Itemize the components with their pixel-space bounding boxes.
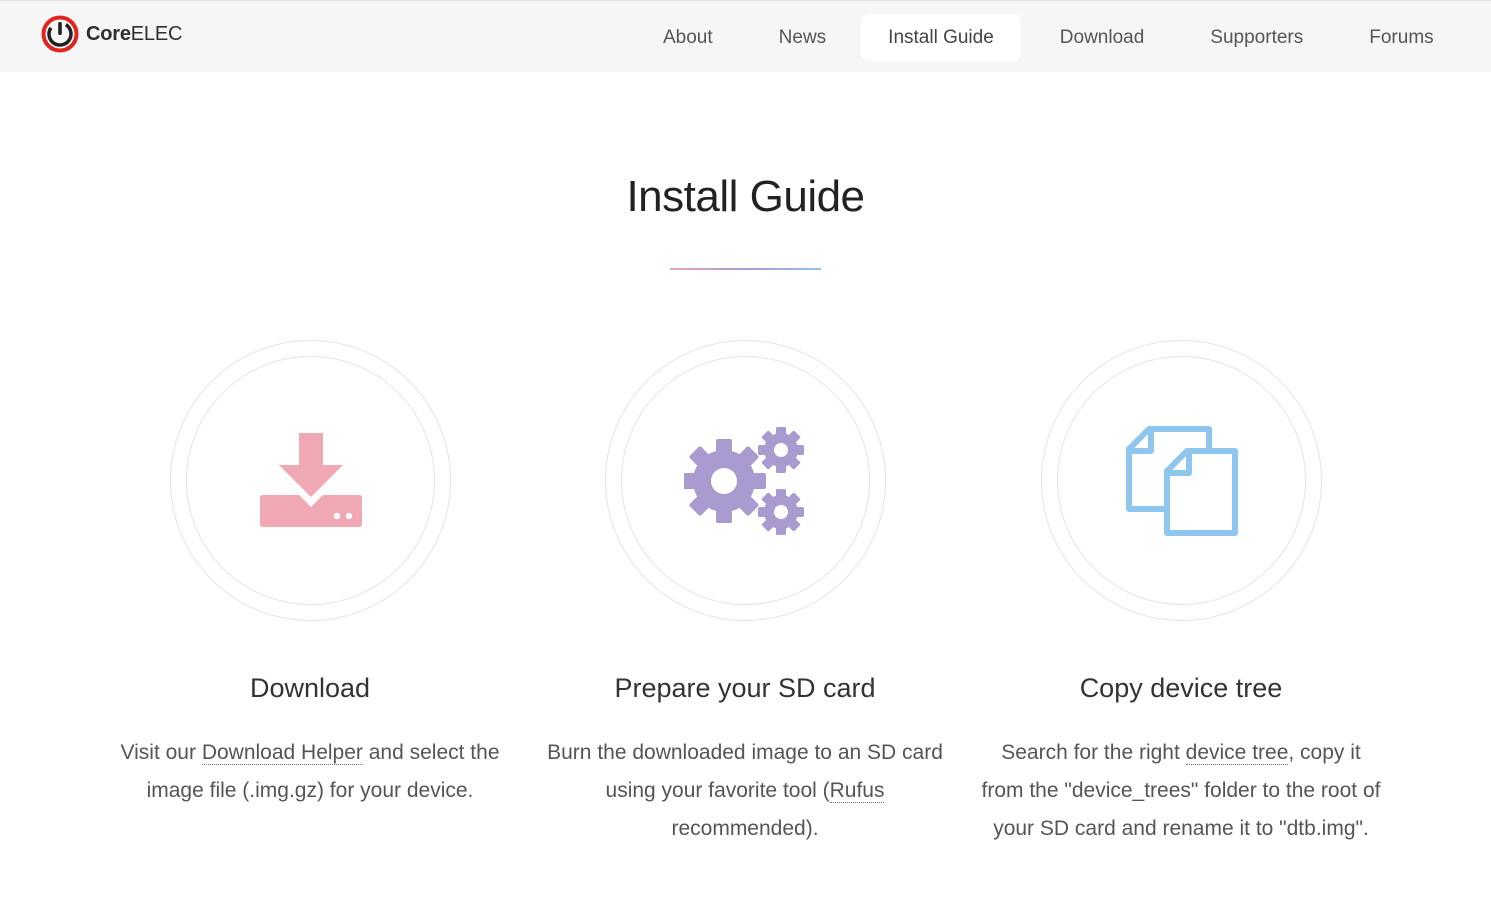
step-title: Copy device tree	[1079, 673, 1283, 703]
nav-news[interactable]: News	[752, 14, 854, 61]
step-description: Burn the downloaded image to an SD card …	[547, 741, 943, 840]
step-description: Visit our Download Helper and select the…	[120, 741, 500, 802]
main-nav: About News Install Guide Download Suppor…	[630, 14, 1461, 61]
download-helper-link[interactable]: Download Helper	[201, 741, 363, 765]
icon-circle	[605, 340, 886, 621]
nav-supporters[interactable]: Supporters	[1183, 14, 1330, 61]
step-title: Download	[249, 673, 371, 703]
nav-install-guide[interactable]: Install Guide	[861, 14, 1021, 61]
title-divider	[670, 268, 821, 270]
brand-logo[interactable]: CoreELEC	[40, 14, 182, 54]
nav-download[interactable]: Download	[1033, 14, 1172, 61]
icon-circle	[1041, 340, 1322, 621]
page-title: Install Guide	[626, 172, 865, 221]
nav-about[interactable]: About	[636, 14, 740, 61]
copy-files-icon	[1125, 425, 1238, 536]
icon-circle	[170, 340, 451, 621]
rufus-link[interactable]: Rufus	[829, 779, 885, 803]
brand-name: CoreELEC	[86, 22, 183, 45]
nav-forums[interactable]: Forums	[1342, 14, 1460, 61]
download-icon	[259, 432, 362, 527]
top-navbar: CoreELEC About News Install Guide Downlo…	[0, 0, 1491, 72]
power-logo-icon	[41, 15, 79, 53]
step-description: Search for the right device tree, copy i…	[981, 741, 1381, 840]
step-title: Prepare your SD card	[614, 673, 876, 703]
device-tree-link[interactable]: device tree	[1185, 741, 1289, 765]
gears-icon	[683, 426, 804, 535]
